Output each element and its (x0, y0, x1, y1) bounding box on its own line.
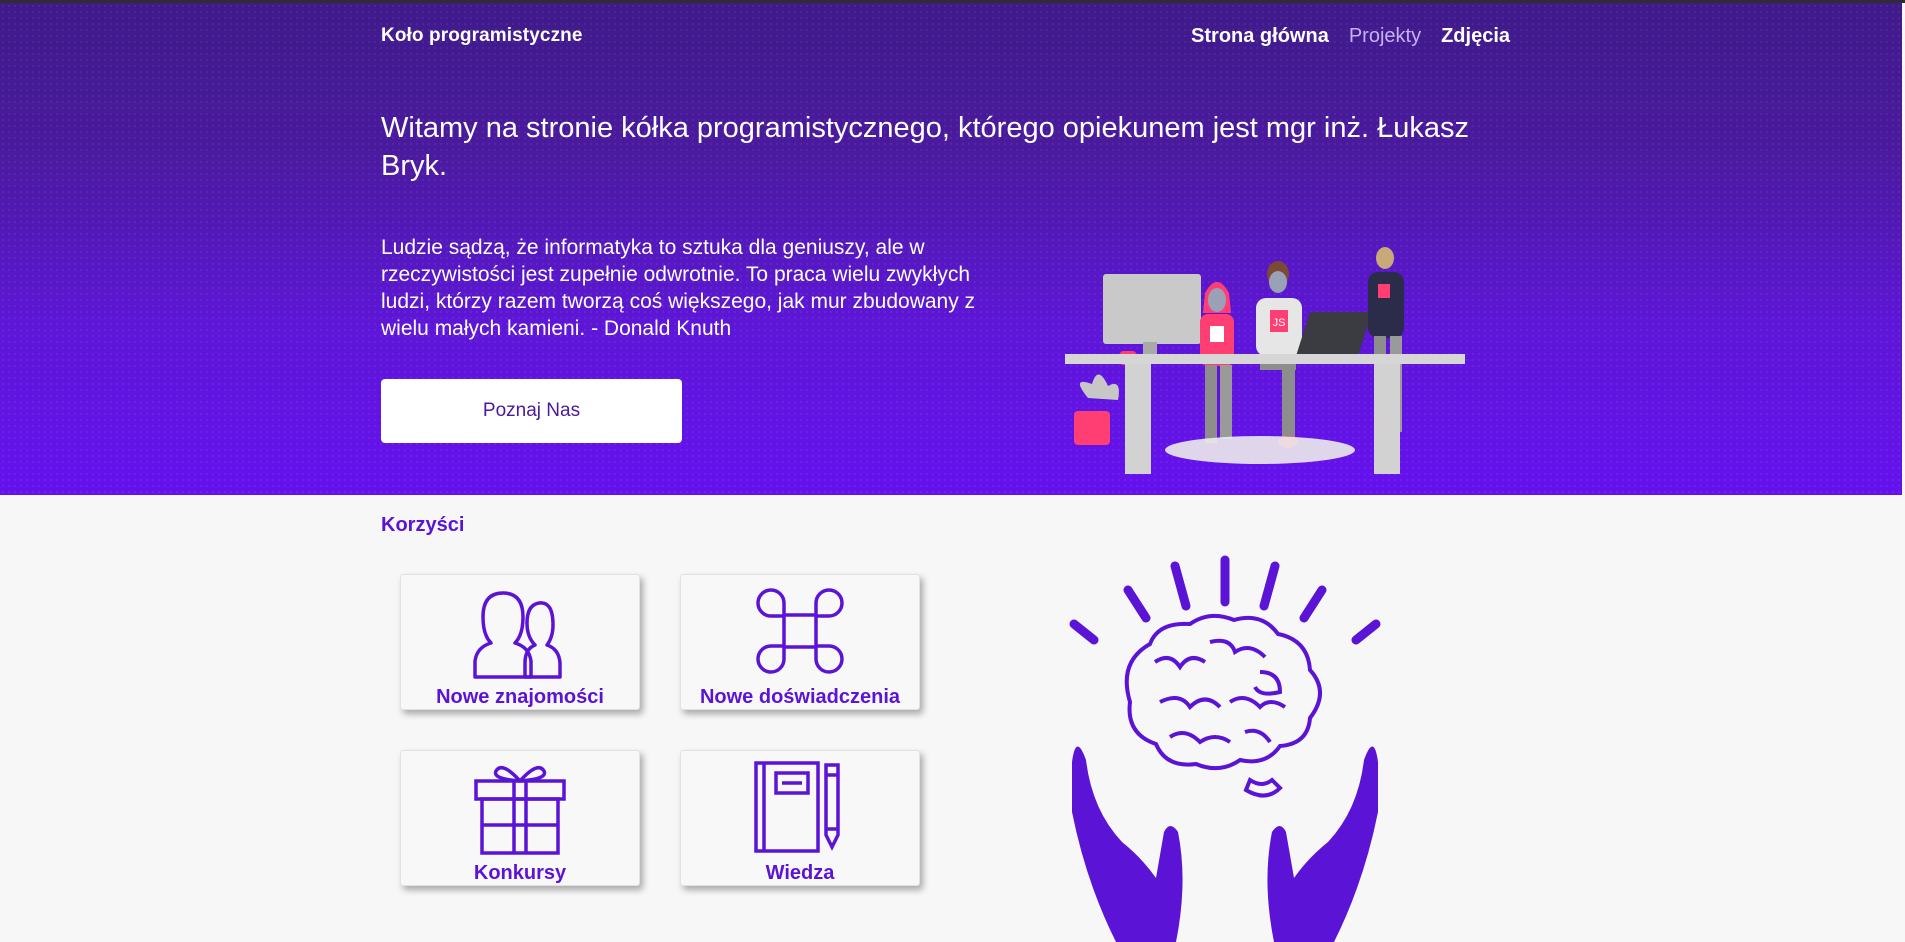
benefit-card-new-friends: Nowe znajomości (400, 574, 640, 710)
brain-icon (1124, 613, 1322, 798)
brain-in-hands-illustration (1069, 555, 1381, 942)
benefits-title: Korzyści (381, 514, 465, 536)
plant-pot (1074, 411, 1110, 445)
benefit-card-new-experiences: Nowe doświadczenia (680, 574, 920, 710)
benefit-card-knowledge: Wiedza (680, 750, 920, 886)
people-icon (473, 591, 562, 679)
js-badge-text: JS (1273, 317, 1286, 329)
benefit-card-contests: Konkursy (400, 750, 640, 886)
benefit-label: Nowe znajomości (436, 686, 604, 708)
person-left-leg2 (1220, 365, 1232, 439)
plant-leaves (1079, 374, 1119, 400)
command-icon (756, 588, 844, 674)
nav-link-home[interactable]: Strona główna (1191, 25, 1329, 48)
benefit-label: Konkursy (473, 862, 567, 884)
person-mid-leg (1282, 368, 1295, 438)
benefit-label: Wiedza (765, 862, 835, 884)
main-nav: Strona główna Projekty Zdjęcia (1191, 25, 1510, 48)
notebook-icon (754, 761, 840, 853)
nav-link-projects[interactable]: Projekty (1349, 25, 1421, 48)
person-mid-face (1269, 271, 1287, 293)
idea-rays (1069, 555, 1381, 645)
laptop (1296, 312, 1372, 356)
hero-quote: Ludzie sądzą, że informatyka to sztuka d… (381, 236, 976, 340)
desk-top (1065, 354, 1465, 364)
nav-link-photos[interactable]: Zdjęcia (1441, 25, 1510, 48)
person-right-torso (1368, 272, 1404, 338)
floor-shadow (1165, 436, 1355, 464)
html-badge (1210, 326, 1224, 342)
benefit-label: Nowe doświadczenia (699, 686, 901, 708)
right-hand (1267, 746, 1378, 942)
person-right-head (1376, 247, 1394, 269)
site-brand[interactable]: Koło programistyczne (381, 25, 583, 47)
desk-leg-right (1374, 364, 1400, 474)
desk-leg-left (1125, 364, 1151, 474)
meet-us-button[interactable]: Poznaj Nas (381, 379, 682, 443)
person-left-leg (1205, 365, 1217, 443)
gift-icon (474, 765, 566, 855)
person-left-face (1208, 288, 1226, 312)
left-hand (1072, 746, 1183, 942)
hero-section: Koło programistyczne Strona główna Proje… (0, 3, 1902, 495)
team-at-desk-illustration: JS (1065, 247, 1465, 474)
monitor-screen (1103, 274, 1201, 344)
hero-headline: Witamy na stronie kółka programistyczneg… (381, 112, 1469, 182)
person-right-badge (1378, 284, 1390, 298)
